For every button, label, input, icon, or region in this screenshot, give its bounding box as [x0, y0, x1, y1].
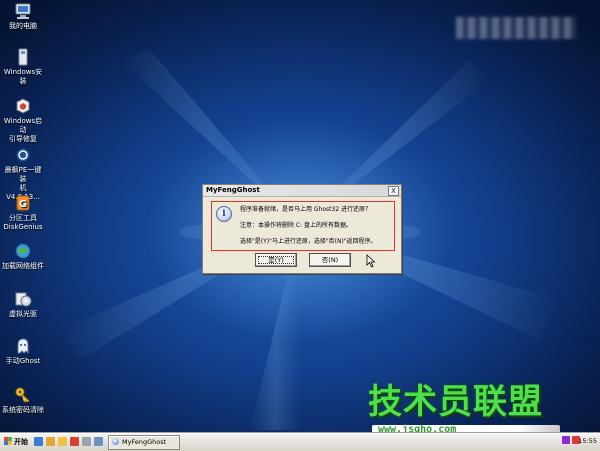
network-globe-icon	[15, 243, 31, 259]
brand-watermark: 技术员联盟	[368, 382, 543, 422]
usb-drive-icon	[18, 48, 28, 66]
disk-partition-icon: G	[16, 195, 30, 211]
focus-ring	[258, 256, 294, 264]
info-icon: i	[216, 206, 232, 222]
svg-text:G: G	[19, 199, 27, 210]
desktop-icon-label: 系统密码清除	[2, 406, 44, 414]
virtual-cdrom-icon	[15, 292, 32, 307]
message-highlight-box: i 程序准备就绪，是否马上用 Ghost32 进行还原？ 注意：本操作将删除 C…	[211, 201, 395, 251]
desktop-icon-virtual-drive[interactable]: 虚拟光驱	[2, 290, 44, 319]
desktop-icon-label: 加载网络组件	[2, 262, 44, 270]
quicklaunch-folder-icon[interactable]	[58, 437, 67, 446]
desktop-icon-my-computer[interactable]: 我的电脑	[2, 2, 44, 31]
message-line-warning: 注意：本操作将删除 C: 盘上的所有数据。	[240, 222, 353, 229]
yes-button[interactable]: 是(Y)	[255, 253, 297, 267]
quicklaunch-explorer-icon[interactable]	[46, 437, 55, 446]
taskbar: 开始 MyFengGhost	[0, 433, 600, 451]
close-button[interactable]: X	[388, 186, 399, 196]
quicklaunch-desktop-icon[interactable]	[34, 437, 43, 446]
mouse-cursor-icon	[366, 254, 376, 268]
message-line-ready: 程序准备就绪，是否马上用 Ghost32 进行还原？	[240, 206, 372, 213]
desktop-icon-label: Windows启动 引导修复	[3, 117, 43, 143]
computer-icon	[15, 3, 31, 19]
boot-repair-icon	[16, 98, 30, 114]
quicklaunch-drive-icon[interactable]	[82, 437, 91, 446]
start-button[interactable]: 开始	[1, 435, 31, 449]
desktop-icon-label: 虚拟光驱	[9, 310, 37, 318]
desktop-icon-network[interactable]: 加载网络组件	[2, 242, 44, 271]
desktop-icon-diskgenius[interactable]: G 分区工具 DiskGenius	[2, 194, 44, 232]
no-button-label: 否(N)	[321, 256, 339, 264]
no-button[interactable]: 否(N)	[309, 253, 351, 267]
start-label: 开始	[14, 438, 28, 446]
ghost-icon	[17, 338, 29, 355]
taskbar-item-myfengghost[interactable]: MyFengGhost	[108, 435, 180, 450]
desktop-icon-label: Windows安装	[3, 68, 43, 85]
install-tool-icon	[15, 147, 31, 163]
blurred-watermark	[456, 17, 576, 39]
desktop-icon-password-clear[interactable]: 系统密码清除	[2, 386, 44, 415]
app-icon	[112, 438, 119, 445]
dialog-title: MyFengGhost	[206, 186, 260, 194]
tray-app-icon[interactable]	[562, 436, 570, 444]
windows-logo-icon	[4, 437, 12, 445]
desktop-icon-manual-ghost[interactable]: 手动Ghost	[2, 337, 44, 366]
clock: 15:55	[578, 437, 597, 445]
password-key-icon	[15, 387, 30, 403]
desktop-icon-boot-repair[interactable]: Windows启动 引导修复	[2, 97, 44, 144]
dialog-titlebar[interactable]: MyFengGhost X	[203, 185, 401, 197]
quicklaunch-tool-icon[interactable]	[70, 437, 79, 446]
desktop-icon-windows-install[interactable]: Windows安装	[2, 48, 44, 86]
desktop-icon-label: 我的电脑	[9, 22, 37, 30]
task-item-label: MyFengGhost	[122, 438, 167, 446]
quicklaunch-app-icon[interactable]	[94, 437, 103, 446]
desktop-icon-label: 手动Ghost	[5, 357, 41, 365]
message-line-instructions: 选择"是(Y)"马上进行还原，选择"否(N)"返回程序。	[240, 238, 377, 245]
desktop-icon-label: 分区工具 DiskGenius	[3, 214, 43, 231]
